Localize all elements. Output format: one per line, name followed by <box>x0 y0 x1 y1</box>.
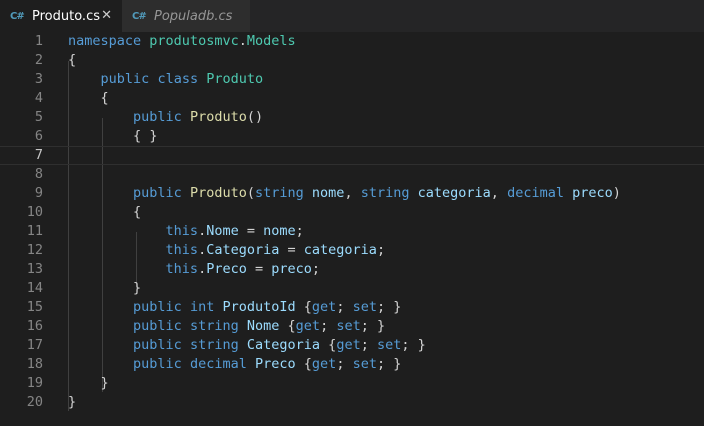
code-line[interactable]: 13 this.Preco = preco; <box>0 260 704 279</box>
code-line[interactable]: 7 <box>0 146 704 165</box>
code-line[interactable]: 4 { <box>0 89 704 108</box>
line-number: 12 <box>26 242 43 258</box>
code-line[interactable]: 8 <box>0 165 704 184</box>
code-text: public string Nome {get; set; } <box>133 318 386 334</box>
line-number: 8 <box>34 166 43 182</box>
line-number: 3 <box>34 71 43 87</box>
line-number: 6 <box>34 128 43 144</box>
line-number: 2 <box>34 52 43 68</box>
line-number: 19 <box>26 375 43 391</box>
code-line[interactable]: 20} <box>0 393 704 412</box>
code-line[interactable]: 2{ <box>0 51 704 70</box>
line-number: 7 <box>34 147 43 163</box>
code-text: public string Categoria {get; set; } <box>133 337 426 353</box>
tab-populadb[interactable]: C# Populadb.cs <box>122 0 250 32</box>
code-text: } <box>100 375 109 391</box>
code-text: public decimal Preco {get; set; } <box>133 356 402 372</box>
line-number: 17 <box>26 337 43 353</box>
code-line[interactable]: 18 public decimal Preco {get; set; } <box>0 355 704 374</box>
code-editor[interactable]: 1 namespace produtosmvc.Models 2{3 public … <box>0 32 704 426</box>
line-number: 11 <box>26 223 43 239</box>
code-line[interactable]: 5 public Produto() <box>0 108 704 127</box>
code-text: this.Nome = nome; <box>165 223 304 239</box>
code-text: public class Produto <box>100 71 264 87</box>
line-number: 5 <box>34 109 43 125</box>
line-number: 16 <box>26 318 43 334</box>
line-number: 15 <box>26 299 43 315</box>
tab-bar: C# Produto.cs ✕ C# Populadb.cs <box>0 0 704 32</box>
code-line[interactable]: 11 this.Nome = nome; <box>0 222 704 241</box>
line-number: 14 <box>26 280 43 296</box>
line-number: 9 <box>34 185 43 201</box>
code-line[interactable]: 9 public Produto(string nome, string cat… <box>0 184 704 203</box>
code-text: public int ProdutoId {get; set; } <box>133 299 402 315</box>
code-text: this.Categoria = categoria; <box>165 242 386 258</box>
code-text: namespace produtosmvc.Models <box>68 33 296 49</box>
code-line[interactable]: 14 } <box>0 279 704 298</box>
csharp-file-icon: C# <box>10 10 25 22</box>
code-text: } <box>133 280 142 296</box>
code-line[interactable]: 16 public string Nome {get; set; } <box>0 317 704 336</box>
code-text: public Produto(string nome, string categ… <box>133 185 621 201</box>
line-number: 13 <box>26 261 43 277</box>
tab-label: Produto.cs <box>32 8 100 24</box>
code-text: { <box>133 204 142 220</box>
code-text: { <box>100 90 109 106</box>
code-line[interactable]: 3 public class Produto <box>0 70 704 89</box>
line-number: 4 <box>34 90 43 106</box>
tab-produto[interactable]: C# Produto.cs ✕ <box>0 0 122 32</box>
code-text: } <box>68 394 77 410</box>
code-line[interactable]: 15 public int ProdutoId {get; set; } <box>0 298 704 317</box>
code-text: { <box>68 52 77 68</box>
line-number: 18 <box>26 356 43 372</box>
line-number: 10 <box>26 204 43 220</box>
code-text: this.Preco = preco; <box>165 261 321 277</box>
code-line[interactable]: 12 this.Categoria = categoria; <box>0 241 704 260</box>
line-number: 20 <box>26 394 43 410</box>
code-line[interactable]: 17 public string Categoria {get; set; } <box>0 336 704 355</box>
code-line[interactable]: 19 } <box>0 374 704 393</box>
code-line[interactable]: 6 { } <box>0 127 704 146</box>
code-line[interactable]: 1 namespace produtosmvc.Models <box>0 32 704 51</box>
csharp-file-icon: C# <box>132 10 147 22</box>
tab-label: Populadb.cs <box>154 8 233 24</box>
code-text: { } <box>133 128 158 144</box>
code-text: public Produto() <box>133 109 264 125</box>
line-number: 1 <box>34 33 43 49</box>
code-line[interactable]: 10 { <box>0 203 704 222</box>
close-icon[interactable]: ✕ <box>101 8 112 23</box>
